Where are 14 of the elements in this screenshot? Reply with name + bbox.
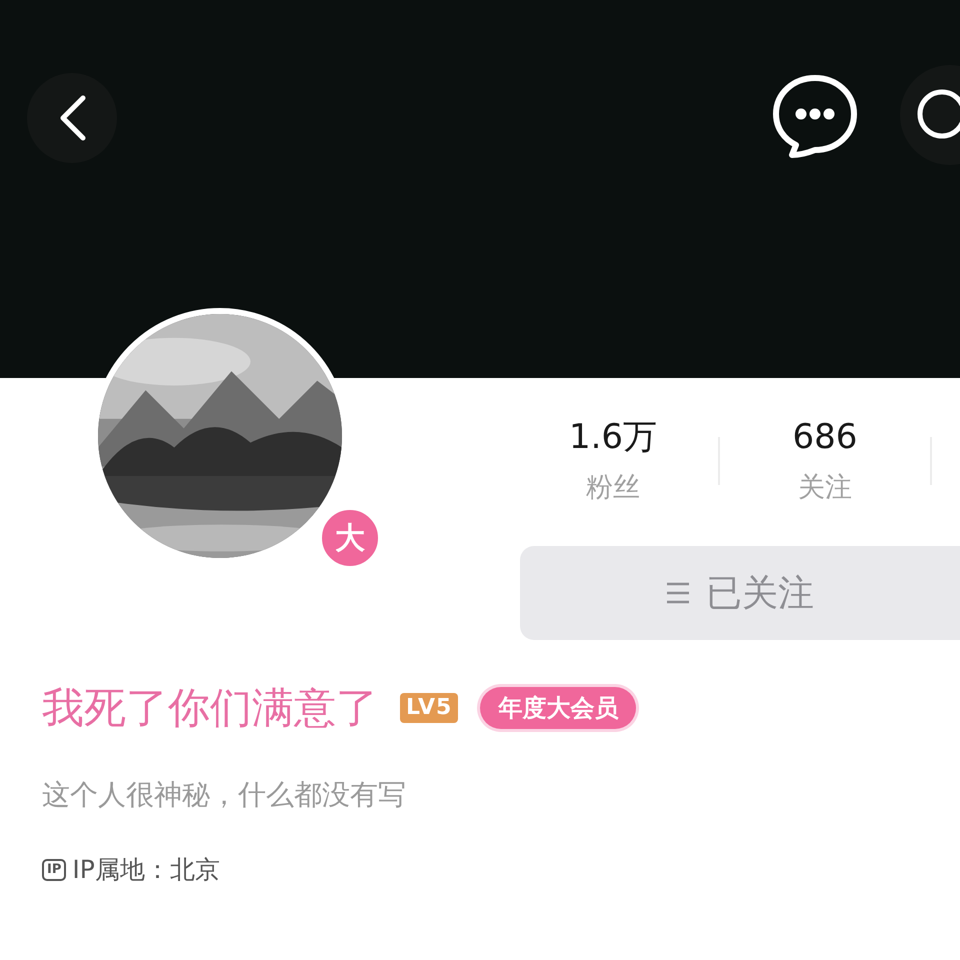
followed-button[interactable]: 已关注 xyxy=(520,546,960,640)
vip-badge: 年度大会员 xyxy=(480,687,636,729)
stat-label: 粉丝 xyxy=(586,471,640,505)
message-button[interactable] xyxy=(770,72,860,160)
level-badge: LV5 xyxy=(400,693,458,723)
stat-value: 1.6万 xyxy=(568,416,658,458)
chat-bubble-icon xyxy=(770,72,860,160)
ip-location: IP属地：北京 xyxy=(72,854,220,886)
ip-icon: IP xyxy=(42,859,66,881)
username: 我死了你们满意了 xyxy=(42,682,378,734)
stat-label: 关注 xyxy=(798,471,852,505)
menu-icon xyxy=(666,582,690,604)
bio-text: 这个人很神秘，什么都没有写 xyxy=(42,777,407,813)
stat-value: 686 xyxy=(792,416,858,458)
